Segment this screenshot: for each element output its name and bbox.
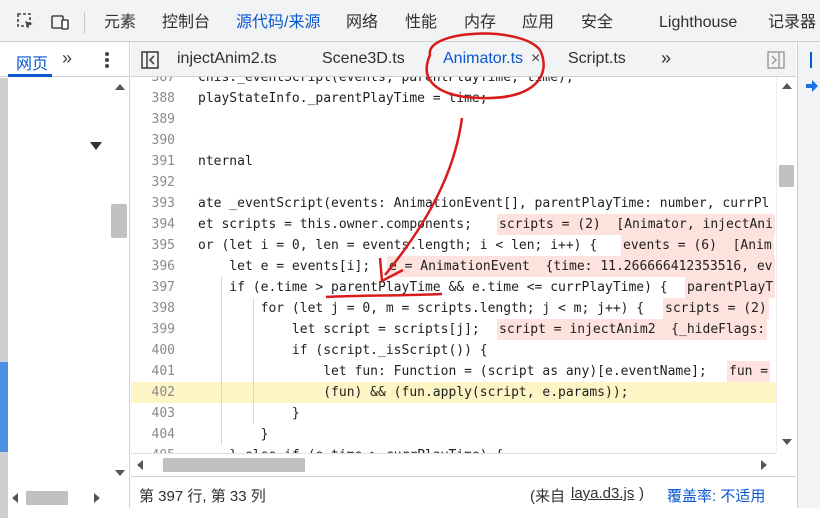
red-annotation-overlay: [325, 32, 545, 299]
annotation-circle: [425, 32, 545, 100]
annotation-arrow-head: [378, 257, 404, 283]
annotation-underline: [325, 292, 443, 299]
annotation-arrow-line: [384, 117, 464, 276]
